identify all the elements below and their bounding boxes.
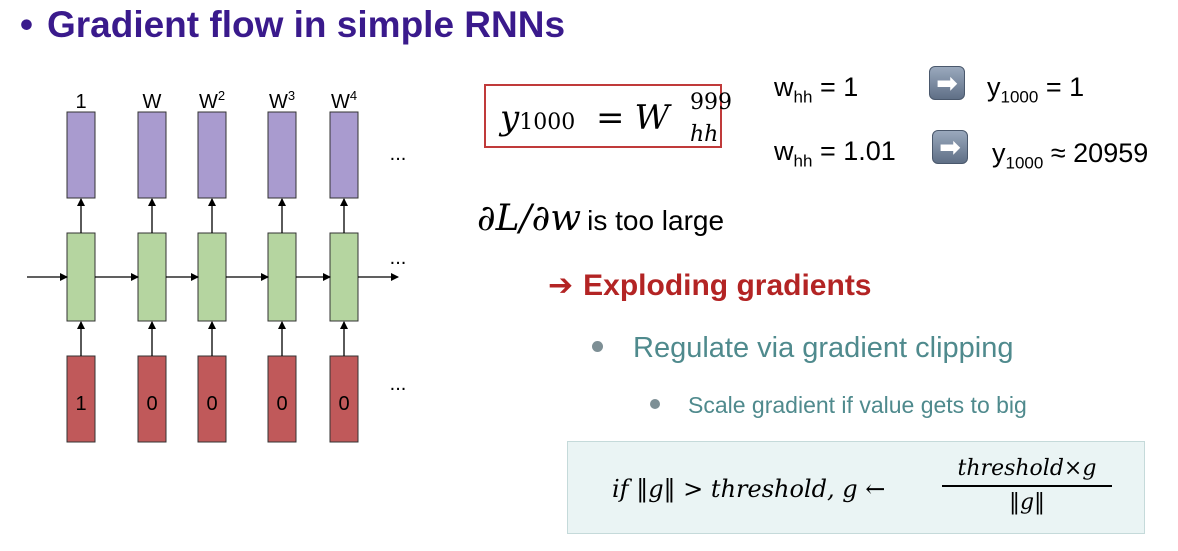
ellipsis: ...	[390, 143, 407, 165]
right-arrow-icon: ➔	[548, 269, 574, 302]
top-label: W3	[269, 88, 295, 113]
example-2-w-prefix: w	[774, 136, 794, 166]
arrow-right-icon: ➡	[929, 66, 965, 100]
example-2-y-value: ≈ 20959	[1050, 138, 1149, 168]
example-2-w-sub: hh	[793, 151, 813, 171]
input-value: 0	[338, 393, 349, 415]
hidden-box	[197, 232, 227, 322]
clipping-formula-box: if ‖g‖ > threshold, g ← threshold×g ‖g‖	[567, 441, 1145, 534]
top-label: W	[143, 91, 162, 113]
example-1-y-prefix: y	[987, 72, 1001, 102]
scale-text: Scale gradient if value gets to big	[688, 392, 1027, 418]
regulate-text: Regulate via gradient clipping	[633, 332, 1014, 364]
input-value: 1	[75, 393, 86, 415]
output-box	[66, 111, 96, 199]
example-1-w-sub: hh	[793, 87, 813, 107]
bullet-dot-icon	[592, 340, 603, 352]
formula-lhs-sub: 1000	[519, 110, 576, 135]
example-2-y-prefix: y	[992, 138, 1006, 168]
top-label: W4	[331, 88, 357, 113]
scale-bullet: Scale gradient if value gets to big	[650, 392, 1027, 419]
formula-rhs: W	[634, 98, 670, 138]
exploding-gradients-heading: ➔ Exploding gradients	[548, 268, 872, 303]
formula-rhs-sub: hh	[690, 122, 719, 147]
formula-lhs: y	[500, 98, 520, 138]
output-box	[137, 111, 167, 199]
ellipsis: ...	[390, 247, 407, 269]
clip-formula-lhs: if ‖g‖ > threshold, g ←	[612, 475, 886, 503]
example-2-w: whh = 1.01	[774, 136, 896, 171]
input-value: 0	[206, 393, 217, 415]
example-1-w-value: = 1	[819, 72, 859, 102]
output-box	[197, 111, 227, 199]
example-1-y: y1000 = 1	[987, 72, 1084, 107]
clip-formula-fraction: threshold×g ‖g‖	[942, 456, 1112, 515]
input-value: 0	[146, 393, 157, 415]
example-1-y-value: = 1	[1045, 72, 1085, 102]
example-2-y: y1000 ≈ 20959	[992, 138, 1148, 173]
input-value: 0	[276, 393, 287, 415]
output-box	[329, 111, 359, 199]
example-1-w: whh = 1	[774, 72, 858, 107]
formula-eq: =	[596, 98, 625, 138]
gradient-text: is too large	[587, 205, 725, 236]
clip-numerator: threshold×g	[942, 456, 1112, 487]
rnn-diagram: 1 1 W 0 W2 0 W3 0 W4 0.........	[27, 88, 407, 443]
formula-expression: y1000 = W 999 hh	[500, 90, 732, 147]
clip-denominator: ‖g‖	[1008, 490, 1046, 515]
example-2-y-sub: 1000	[1005, 153, 1044, 173]
exploding-text: Exploding gradients	[583, 269, 872, 302]
example-1-w-prefix: w	[774, 72, 794, 102]
example-2-w-value: = 1.01	[819, 136, 896, 166]
formula-box: y1000 = W 999 hh	[484, 84, 732, 148]
hidden-box	[329, 232, 359, 322]
hidden-box	[137, 232, 167, 322]
formula-rhs-sup: 999	[690, 90, 732, 115]
ellipsis: ...	[390, 373, 407, 395]
hidden-box	[267, 232, 297, 322]
output-box	[267, 111, 297, 199]
gradient-statement: ∂L/∂w is too large	[477, 198, 724, 239]
hidden-box	[66, 232, 96, 322]
regulate-bullet: Regulate via gradient clipping	[592, 332, 1013, 365]
bullet-dot-icon	[650, 398, 660, 409]
arrow-right-icon: ➡	[932, 130, 968, 164]
gradient-expression: ∂L/∂w	[477, 198, 582, 239]
example-1-y-sub: 1000	[1000, 87, 1039, 107]
top-label: 1	[75, 91, 86, 113]
top-label: W2	[199, 88, 225, 113]
